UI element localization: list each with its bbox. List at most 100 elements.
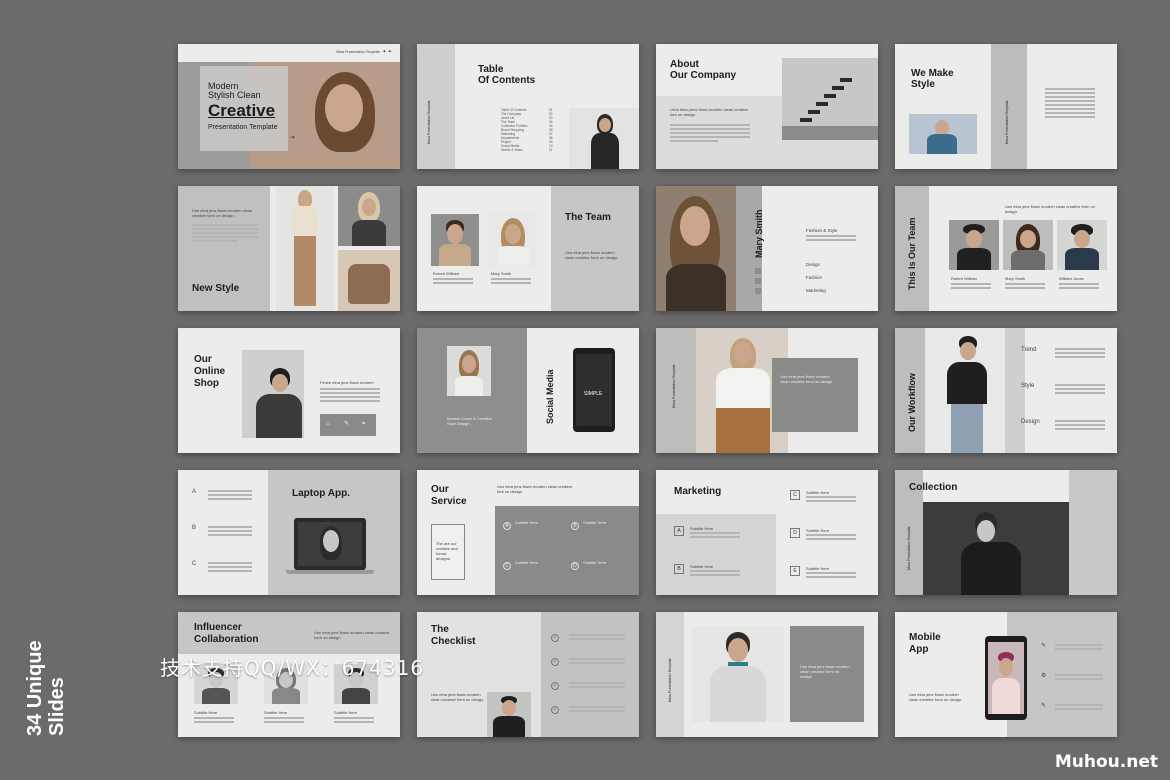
edit-icon[interactable]: ✎ xyxy=(344,421,349,427)
laptop-mockup xyxy=(294,518,366,570)
slide-online-shop[interactable]: Our Online Shop Fimbe etna jens flown mo… xyxy=(178,328,400,453)
sub-d: Subtitle Here xyxy=(806,528,830,533)
check-icon: ✓ xyxy=(551,658,559,666)
vertical-title: Our Workflow xyxy=(907,373,917,432)
intro-text: Uns etna jens flown modern clean creativ… xyxy=(1005,204,1096,214)
slide-collection[interactable]: Mara Presentation Template Collection xyxy=(895,470,1117,595)
settings-icon[interactable]: ⚙ xyxy=(1041,673,1046,679)
slide-we-make-style[interactable]: Mara Presentation Template We Make Style xyxy=(895,44,1117,169)
badge-b: B xyxy=(571,522,579,530)
a-lines xyxy=(208,490,252,502)
title-line1: The xyxy=(431,624,449,635)
box-text: The are our creative and forma designs. xyxy=(436,541,458,561)
laptop-base xyxy=(286,570,374,574)
link-icon[interactable]: ✎ xyxy=(1041,703,1046,709)
title: Laptop App. xyxy=(292,488,350,499)
photo-top xyxy=(338,186,400,246)
c-lines xyxy=(208,562,252,574)
lines xyxy=(1055,674,1103,682)
badge-d: D xyxy=(571,562,579,570)
lines xyxy=(569,682,625,690)
slide-mobile-app[interactable]: Mobile App Uns etna jens flown modern cl… xyxy=(895,612,1117,737)
body-lines xyxy=(320,388,380,404)
title-line1: Our xyxy=(194,354,212,365)
member1-name: Robert William xyxy=(951,276,978,281)
member3-photo xyxy=(1057,220,1107,270)
step1: Trend xyxy=(1021,347,1037,353)
model-photo xyxy=(692,626,784,722)
cart-icon[interactable]: ⌗ xyxy=(362,421,365,427)
intro-text: Fimbe etna jens flown modern xyxy=(320,380,374,385)
slide-cover[interactable]: Mara Presentation Template ✦ ✦ Modern St… xyxy=(178,44,400,169)
slide-our-service[interactable]: Our Service Uns etna jens flown modern c… xyxy=(417,470,639,595)
model-photo xyxy=(447,346,491,396)
square-marker xyxy=(755,288,761,294)
slide-workflow[interactable]: Our Workflow Trend Style Design xyxy=(895,328,1117,453)
square-marker xyxy=(755,278,761,284)
item3: Fashion xyxy=(806,275,823,280)
intro-text: Uns etna jens flown modern clean creativ… xyxy=(800,664,850,679)
slide-mary-smith[interactable]: Mary Smith Fashion & Style Design Fashio… xyxy=(656,186,878,311)
sub4: Subtitle Here xyxy=(583,560,607,565)
slide-marketing[interactable]: Marketing A B Subtitle Here Subtitle Her… xyxy=(656,470,878,595)
slide-social-media[interactable]: Modern Clean & Creative Style Design Soc… xyxy=(417,328,639,453)
body-lines xyxy=(1045,88,1095,120)
model-photo xyxy=(925,328,1005,453)
sub1: Subtitle Here xyxy=(515,520,539,525)
lines xyxy=(569,634,625,642)
slide-table-of-contents[interactable]: Mara Presentation Template Table Of Cont… xyxy=(417,44,639,169)
item4: Marketing xyxy=(806,288,826,293)
sub-c: Subtitle Here xyxy=(806,490,830,495)
slide-winter-model[interactable]: Mara Presentation Template Uns etna jens… xyxy=(656,612,878,737)
lines xyxy=(334,717,374,725)
title-line2: Service xyxy=(431,496,467,507)
title-line1: About xyxy=(670,59,699,70)
model-photo xyxy=(569,108,639,169)
title-line1: Influencer xyxy=(194,622,242,633)
lines xyxy=(1059,283,1099,291)
side-label: Mara Presentation Template xyxy=(427,100,431,144)
check-icon: ✓ xyxy=(551,682,559,690)
title-line2: Online xyxy=(194,366,226,377)
label-b: B xyxy=(192,525,197,531)
title-line2: App xyxy=(909,644,929,655)
title-line2: Of Contents xyxy=(478,75,536,86)
title: Marketing xyxy=(674,486,722,497)
slide-the-team[interactable]: The Team Uns etna jens flown modern clea… xyxy=(417,186,639,311)
check-icon: ✓ xyxy=(551,634,559,642)
toc-numbers: 01 02 03 04 05 06 07 08 09 10 11 xyxy=(549,108,561,152)
slide-laptop-app[interactable]: A B C Laptop App. xyxy=(178,470,400,595)
label-a: A xyxy=(192,489,197,495)
item1: Fashion & Style xyxy=(806,228,838,233)
vertical-title: This Is Our Team xyxy=(907,217,917,290)
slide-our-team[interactable]: This Is Our Team Uns etna jens flown mod… xyxy=(895,186,1117,311)
intro-text: Uns etna jens flown modern clean creativ… xyxy=(192,208,253,218)
lines xyxy=(1055,704,1103,712)
slide-about-company[interactable]: About Our Company Urna etna pens flown m… xyxy=(656,44,878,169)
slide-new-style[interactable]: Uns etna jens flown modern clean creativ… xyxy=(178,186,400,311)
slide-fashion-model[interactable]: Mara Presentation Template Uns etna jens… xyxy=(656,328,878,453)
grey-panel xyxy=(551,186,639,311)
intro-text: Uns etna jens flown modern clean creativ… xyxy=(909,692,963,702)
lines xyxy=(951,283,991,291)
title-line2: Collaboration xyxy=(194,634,259,645)
member3-name: William Jones xyxy=(1059,276,1084,281)
slide-checklist[interactable]: The Checklist Uns etna jens flown modern… xyxy=(417,612,639,737)
vertical-name: Mary Smith xyxy=(754,209,764,258)
model-photo xyxy=(487,692,531,737)
edit-icon[interactable]: ✎ xyxy=(1041,643,1046,649)
text-box: Uns etna jens flown modern clean creativ… xyxy=(790,626,864,722)
step2: Style xyxy=(1021,383,1035,389)
lines xyxy=(1005,283,1045,291)
intro-text: Uns etna jens flown modern clean creativ… xyxy=(565,250,619,260)
model-photo-full xyxy=(276,186,334,311)
side-label: Mara Presentation Template xyxy=(907,526,911,570)
side-label: Mara Presentation Template xyxy=(668,658,672,702)
caption: Modern Clean & Creative Style Design xyxy=(447,416,492,426)
home-icon[interactable]: ⌂ xyxy=(326,421,330,427)
title-line2: Our Company xyxy=(670,70,737,81)
badge-a: A xyxy=(503,522,511,530)
stairs-photo xyxy=(782,58,878,140)
member2-photo xyxy=(489,214,537,266)
sub-e: Subtitle Here xyxy=(806,566,830,571)
